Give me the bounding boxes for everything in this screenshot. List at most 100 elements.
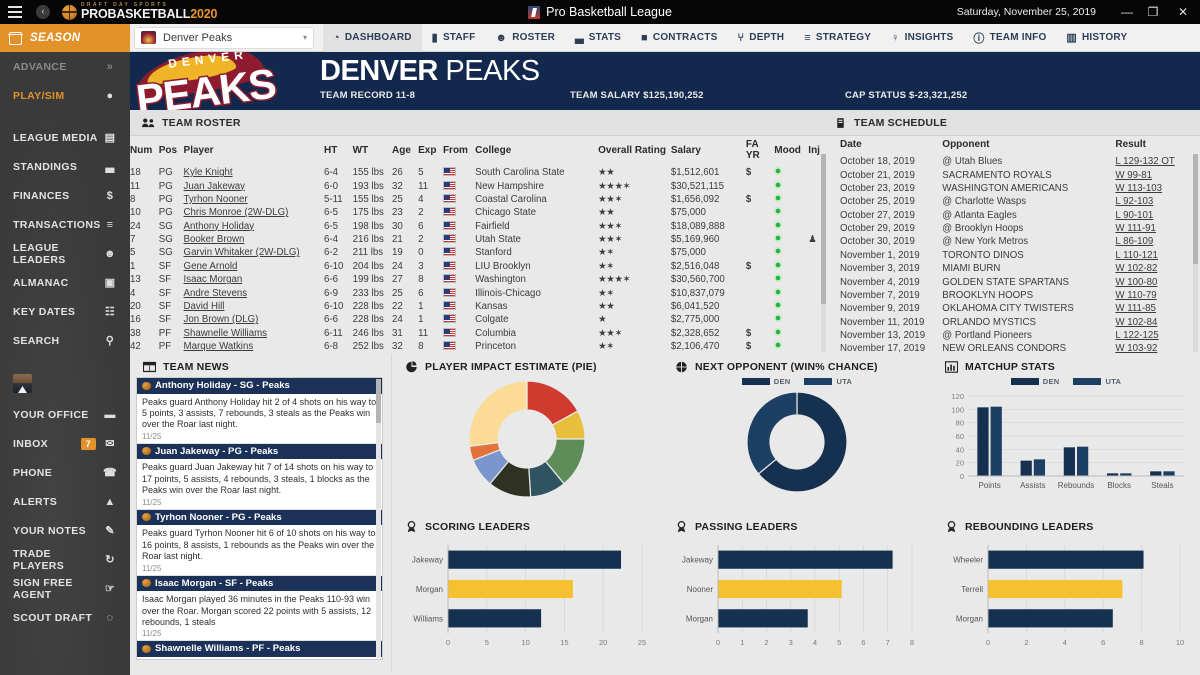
news-headline[interactable]: Tyrhon Nooner - PG - Peaks [137,509,382,526]
table-row[interactable]: October 23, 2019 WASHINGTON AMERICANS W 11… [828,182,1200,195]
news-headline[interactable]: Shawnelle Williams - PF - Peaks [137,641,382,658]
table-row[interactable]: October 21, 2019 SACRAMENTO ROYALS W 99-81 [828,168,1200,181]
sidebar-item-alerts[interactable]: ALERTS ▲ [0,487,130,516]
sidebar-item-inbox[interactable]: INBOX 7 ✉ [0,429,130,458]
table-row[interactable]: November 3, 2019 MIAMI BURN W 102-82 [828,262,1200,275]
cell-result[interactable]: W 99-81 [1115,168,1200,181]
sidebar-item-scout-draft[interactable]: SCOUT DRAFT ◌ [0,603,130,632]
sidebar-item-almanac[interactable]: ALMANAC ▣ [0,268,130,297]
column-header[interactable]: Opponent [942,136,1115,155]
table-row[interactable]: October 25, 2019 @ Charlotte Wasps L 92-10… [828,195,1200,208]
table-row[interactable]: 10 PG Chris Monroe (2W-DLG) 6-5 175 lbs 23 2 Ch… [130,206,828,219]
back-button[interactable]: ‹ [30,0,56,24]
column-header[interactable]: Salary [671,136,746,166]
cell-result[interactable]: W 102-82 [1115,262,1200,275]
table-row[interactable]: 11 PG Juan Jakeway 6-0 193 lbs 32 11 New Hampsh… [130,179,828,192]
roster-scrollbar[interactable] [821,154,826,352]
sidebar-item-play-sim[interactable]: PLAY/SIM ● [0,81,130,110]
news-list-container[interactable]: Anthony Holiday - SG - Peaks Peaks guard … [136,377,383,660]
table-row[interactable]: October 29, 2019 @ Brooklyn Hoops W 111-91 [828,222,1200,235]
sidebar-item-league-media[interactable]: LEAGUE MEDIA ▤ [0,123,130,152]
tab-dashboard[interactable]: ◔ DASHBOARD [323,23,422,52]
tab-insights[interactable]: ♀ INSIGHTS [881,24,963,52]
sidebar-item-trade-players[interactable]: TRADE PLAYERS ↻ [0,545,130,574]
table-row[interactable]: 18 PG Kyle Knight 6-4 155 lbs 26 5 South Caroli… [130,166,828,179]
tab-team-info[interactable]: ⓘ TEAM INFO [963,24,1056,52]
table-row[interactable]: 42 PF Marque Watkins 6-8 252 lbs 32 8 Princeton… [130,340,828,353]
team-select[interactable]: Denver Peaks ▾ [134,26,314,49]
sidebar-season-header[interactable]: SEASON [0,24,130,52]
table-row[interactable]: October 27, 2019 @ Atlanta Eagles L 90-101 [828,209,1200,222]
cell-result[interactable]: L 86-109 [1115,235,1200,248]
table-row[interactable]: October 18, 2019 @ Utah Blues L 129-132 OT [828,155,1200,168]
table-row[interactable]: November 7, 2019 BROOKLYN HOOPS W 110-79 [828,289,1200,302]
cell-result[interactable]: W 100-80 [1115,275,1200,288]
tab-history[interactable]: ▥ HISTORY [1056,24,1137,52]
sidebar-item-your-office[interactable]: YOUR OFFICE ▬ [0,400,130,429]
sidebar-item-transactions[interactable]: TRANSACTIONS ≡ [0,210,130,239]
cell-result[interactable]: L 90-101 [1115,209,1200,222]
column-header[interactable]: WT [353,136,392,166]
cell-result[interactable]: W 111-85 [1115,302,1200,315]
table-row[interactable]: November 4, 2019 GOLDEN STATE SPARTANS W 1… [828,275,1200,288]
news-headline[interactable]: Isaac Morgan - SF - Peaks [137,575,382,592]
table-row[interactable]: November 1, 2019 TORONTO DINOS L 110-121 [828,249,1200,262]
sidebar-item-search[interactable]: SEARCH ⚲ [0,326,130,355]
column-header[interactable]: FA YR [746,136,774,166]
column-header[interactable]: Date [828,136,942,155]
sidebar-item-league-leaders[interactable]: LEAGUE LEADERS ☻ [0,239,130,268]
sidebar-item-finances[interactable]: FINANCES $ [0,181,130,210]
table-row[interactable]: 38 PF Shawnelle Williams 6-11 246 lbs 31 11 Col… [130,327,828,340]
column-header[interactable]: Age [392,136,418,166]
column-header[interactable]: College [475,136,598,166]
table-row[interactable]: November 11, 2019 ORLANDO MYSTICS W 102-84 [828,316,1200,329]
table-row[interactable]: 8 PG Tyrhon Nooner 5-11 155 lbs 25 4 Coastal Ca… [130,193,828,206]
sidebar-item-key-dates[interactable]: KEY DATES ☷ [0,297,130,326]
table-row[interactable]: 5 SG Garvin Whitaker (2W-DLG) 6-2 211 lbs 19 0… [130,246,828,259]
cell-result[interactable]: W 102-84 [1115,316,1200,329]
close-button[interactable]: ✕ [1166,0,1200,24]
tab-roster[interactable]: ☻ ROSTER [485,24,565,52]
cell-result[interactable]: L 129-132 OT [1115,155,1200,168]
table-row[interactable]: 4 SF Andre Stevens 6-9 233 lbs 25 6 Illinois-Ch… [130,286,828,299]
news-scrollbar-thumb[interactable] [376,379,381,423]
sidebar-item-sign-free-agent[interactable]: SIGN FREE AGENT ☞ [0,574,130,603]
sidebar-item-advance[interactable]: ADVANCE » [0,52,130,81]
column-header[interactable]: HT [324,136,353,166]
sidebar-item-standings[interactable]: STANDINGS ▃ [0,152,130,181]
cell-result[interactable]: L 110-121 [1115,249,1200,262]
sidebar-item-phone[interactable]: PHONE ☎ [0,458,130,487]
column-header[interactable]: Player [184,136,324,166]
cell-result[interactable]: L 92-103 [1115,195,1200,208]
column-header[interactable]: Overall Rating [598,136,671,166]
cell-result[interactable]: W 113-103 [1115,182,1200,195]
table-row[interactable]: November 9, 2019 OKLAHOMA CITY TWISTERS W … [828,302,1200,315]
table-row[interactable]: 20 SF David Hill 6-10 228 lbs 22 1 Kansas ★★ $6,0… [130,300,828,313]
column-header[interactable]: Pos [159,136,184,166]
column-header[interactable]: Exp [418,136,443,166]
table-row[interactable]: November 13, 2019 @ Portland Pioneers L 12… [828,329,1200,342]
menu-icon[interactable] [0,0,30,24]
table-row[interactable]: 13 SF Isaac Morgan 6-6 199 lbs 27 8 Washington ★… [130,273,828,286]
tab-depth[interactable]: ⑂ DEPTH [727,24,794,52]
table-row[interactable]: 24 SG Anthony Holiday 6-5 198 lbs 30 6 Fairfiel… [130,220,828,233]
news-headline[interactable]: Juan Jakeway - PG - Peaks [137,443,382,460]
column-header[interactable]: Mood [774,136,808,166]
column-header[interactable]: Result [1115,136,1200,155]
table-row[interactable]: 16 SF Jon Brown (DLG) 6-6 228 lbs 24 1 Colgate ★… [130,313,828,326]
tab-staff[interactable]: ▮ STAFF [422,24,486,52]
news-headline[interactable]: Anthony Holiday - SG - Peaks [137,378,382,394]
table-row[interactable]: October 30, 2019 @ New York Metros L 86-10… [828,235,1200,248]
tab-strategy[interactable]: ≡ STRATEGY [794,24,881,52]
column-header[interactable]: From [443,136,475,166]
minimize-button[interactable]: — [1114,0,1140,24]
cell-result[interactable]: L 122-125 [1115,329,1200,342]
table-row[interactable]: 7 SG Booker Brown 6-4 216 lbs 21 2 Utah State ★★… [130,233,828,246]
cell-result[interactable]: W 111-91 [1115,222,1200,235]
tab-contracts[interactable]: ■ CONTRACTS [631,24,727,52]
cell-result[interactable]: W 110-79 [1115,289,1200,302]
column-header[interactable]: Num [130,136,159,166]
tab-stats[interactable]: ▃ STATS [565,24,631,52]
table-row[interactable]: 1 SF Gene Arnold 6-10 204 lbs 24 3 LIU Brooklyn… [130,260,828,273]
maximize-button[interactable]: ❐ [1140,0,1166,24]
